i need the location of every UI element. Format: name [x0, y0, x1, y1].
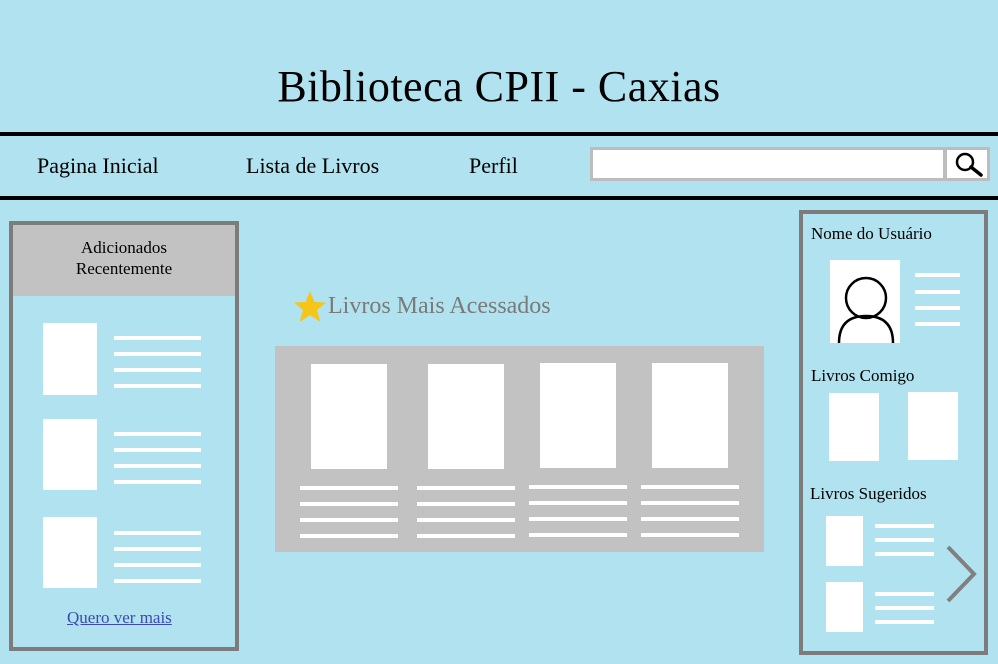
- my-book-cover-1[interactable]: [829, 393, 879, 461]
- text-line: [300, 534, 398, 538]
- featured-book-cover-1[interactable]: [311, 364, 387, 469]
- search-box: [590, 147, 946, 181]
- text-line: [114, 384, 201, 388]
- text-line: [300, 518, 398, 522]
- text-line: [417, 502, 515, 506]
- text-line: [875, 538, 934, 542]
- text-line: [114, 579, 201, 583]
- suggested-book-cover-1[interactable]: [826, 516, 863, 566]
- text-line: [875, 620, 934, 624]
- text-line: [114, 432, 201, 436]
- nav-bottom-divider: [0, 196, 998, 200]
- chevron-right-icon[interactable]: [942, 544, 978, 604]
- text-line: [300, 502, 398, 506]
- text-line: [641, 501, 739, 505]
- recent-book-cover-1[interactable]: [43, 323, 97, 395]
- page-title: Biblioteca CPII - Caxias: [277, 62, 721, 111]
- text-line: [915, 273, 960, 277]
- nav-item-home[interactable]: Pagina Inicial: [37, 152, 159, 180]
- nav-top-divider: [0, 132, 998, 136]
- user-avatar-icon: [837, 276, 895, 344]
- recent-heading-line2: Recentemente: [75, 259, 173, 278]
- search-icon: [955, 152, 983, 177]
- text-line: [915, 322, 960, 326]
- text-line: [641, 533, 739, 537]
- text-line: [417, 534, 515, 538]
- text-line: [915, 290, 960, 294]
- my-book-cover-2[interactable]: [908, 392, 958, 460]
- text-line: [114, 336, 201, 340]
- text-line: [875, 606, 934, 610]
- search-button[interactable]: [946, 147, 990, 181]
- see-more-link[interactable]: Quero ver mais: [67, 608, 172, 628]
- text-line: [114, 563, 201, 567]
- search-input[interactable]: [593, 150, 943, 178]
- text-line: [114, 480, 201, 484]
- nav-item-book-list[interactable]: Lista de Livros: [246, 152, 379, 180]
- text-line: [417, 518, 515, 522]
- username-label: Nome do Usuário: [811, 224, 932, 243]
- star-icon: [294, 291, 326, 322]
- text-line: [641, 517, 739, 521]
- text-line: [529, 485, 627, 489]
- text-line: [529, 517, 627, 521]
- text-line: [529, 533, 627, 537]
- text-line: [417, 486, 515, 490]
- text-line: [114, 448, 201, 452]
- text-line: [915, 306, 960, 310]
- text-line: [114, 547, 201, 551]
- recent-heading-line1: Adicionados: [81, 238, 167, 257]
- text-line: [875, 552, 934, 556]
- text-line: [300, 486, 398, 490]
- suggested-books-label: Livros Sugeridos: [810, 484, 927, 503]
- recent-book-cover-2[interactable]: [43, 419, 97, 490]
- text-line: [875, 592, 934, 596]
- text-line: [114, 368, 201, 372]
- my-books-label: Livros Comigo: [811, 366, 915, 385]
- featured-book-cover-4[interactable]: [652, 363, 728, 468]
- recent-book-cover-3[interactable]: [43, 517, 97, 588]
- text-line: [529, 501, 627, 505]
- suggested-book-cover-2[interactable]: [826, 582, 863, 632]
- text-line: [641, 485, 739, 489]
- recent-panel-heading: Adicionados Recentemente: [13, 225, 235, 296]
- featured-book-cover-3[interactable]: [540, 363, 616, 468]
- text-line: [875, 524, 934, 528]
- nav-item-profile[interactable]: Perfil: [469, 152, 518, 180]
- text-line: [114, 464, 201, 468]
- featured-title: Livros Mais Acessados: [328, 293, 551, 319]
- text-line: [114, 352, 201, 356]
- text-line: [114, 531, 201, 535]
- featured-book-cover-2[interactable]: [428, 364, 504, 469]
- avatar[interactable]: [830, 260, 900, 344]
